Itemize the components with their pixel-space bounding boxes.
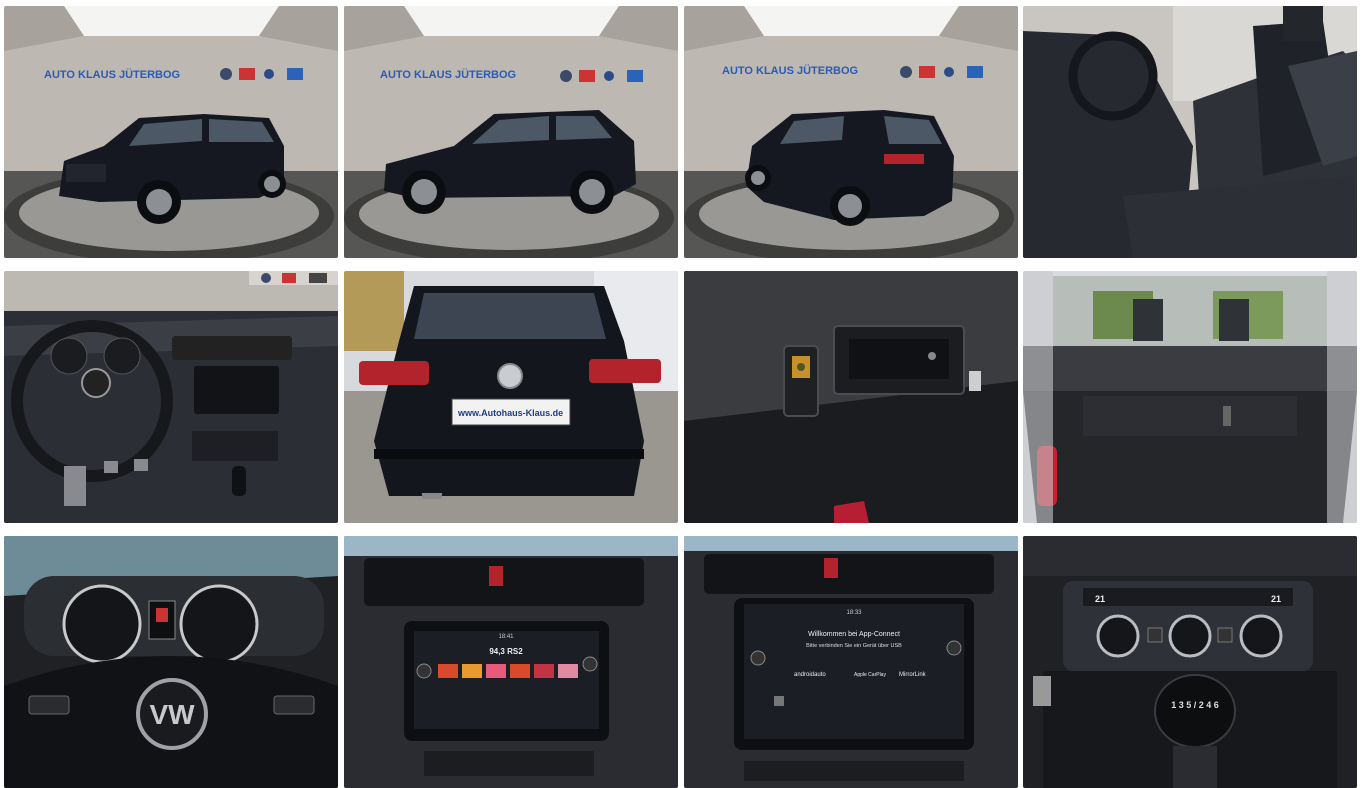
climate-left-temp: 21 [1095,594,1105,604]
showroom-logo-text: AUTO KLAUS JÜTERBOG [44,68,180,81]
gallery-photo-trunk-detail[interactable] [684,271,1018,523]
cockpit-photo [4,271,338,523]
mirrorlink-label: MirrorLink [899,672,927,678]
gallery-photo-radio-screen[interactable]: 18:41 94,3 RS2 [344,536,678,788]
gallery-photo-front-seats[interactable] [1023,6,1357,258]
radio-display-photo: 18:41 94,3 RS2 [344,536,678,788]
app-connect-title: Willkommen bei App-Connect [808,631,900,638]
gallery-photo-front-left-exterior[interactable]: AUTO KLAUS JÜTERBOG [4,6,338,258]
android-auto-label: androidauto [794,672,826,678]
showroom-logo-text: AUTO KLAUS JÜTERBOG [722,64,858,77]
showroom-logo-text: AUTO KLAUS JÜTERBOG [380,68,516,81]
steering-wheel-photo: VW [4,536,338,788]
gallery-photo-app-connect-screen[interactable]: 18:33 Willkommen bei App-Connect Bitte v… [684,536,1018,788]
gallery-photo-side-exterior[interactable]: AUTO KLAUS JÜTERBOG [344,6,678,258]
license-plate-text: www.Autohaus-Klaus.de [457,408,563,418]
apple-carplay-label: Apple CarPlay [854,672,886,678]
gallery-photo-cockpit[interactable] [4,271,338,523]
car-front-left-photo: AUTO KLAUS JÜTERBOG [4,6,338,258]
gallery-photo-steering-wheel[interactable]: VW [4,536,338,788]
gallery-photo-climate-gearshift[interactable]: 21 21 1 3 5 / 2 4 6 [1023,536,1357,788]
gear-pattern-text: 1 3 5 / 2 4 6 [1171,700,1219,710]
app-time-text: 18:33 [846,610,862,616]
radio-frequency-text: 94,3 RS2 [489,647,523,656]
trunk-socket-photo [684,271,1018,523]
app-connect-subtitle: Bitte verbinden Sie ein Gerät über USB [806,643,902,649]
climate-right-temp: 21 [1271,594,1281,604]
vw-logo-icon: VW [149,699,195,730]
app-connect-display-photo: 18:33 Willkommen bei App-Connect Bitte v… [684,536,1018,788]
gallery-photo-trunk-open[interactable] [1023,271,1357,523]
photo-gallery-grid: AUTO KLAUS JÜTERBOG AUTO KLAUS JÜTERBOG [0,0,1365,788]
car-rear-left-photo: AUTO KLAUS JÜTERBOG [684,6,1018,258]
radio-time-text: 18:41 [498,634,514,640]
climate-control-gearshift-photo: 21 21 1 3 5 / 2 4 6 [1023,536,1357,788]
car-side-photo: AUTO KLAUS JÜTERBOG [344,6,678,258]
front-seats-photo [1023,6,1357,258]
gallery-photo-rear-left-exterior[interactable]: AUTO KLAUS JÜTERBOG [684,6,1018,258]
trunk-open-photo [1023,271,1357,523]
gallery-photo-rear-exterior[interactable]: www.Autohaus-Klaus.de [344,271,678,523]
car-rear-photo: www.Autohaus-Klaus.de [344,271,678,523]
